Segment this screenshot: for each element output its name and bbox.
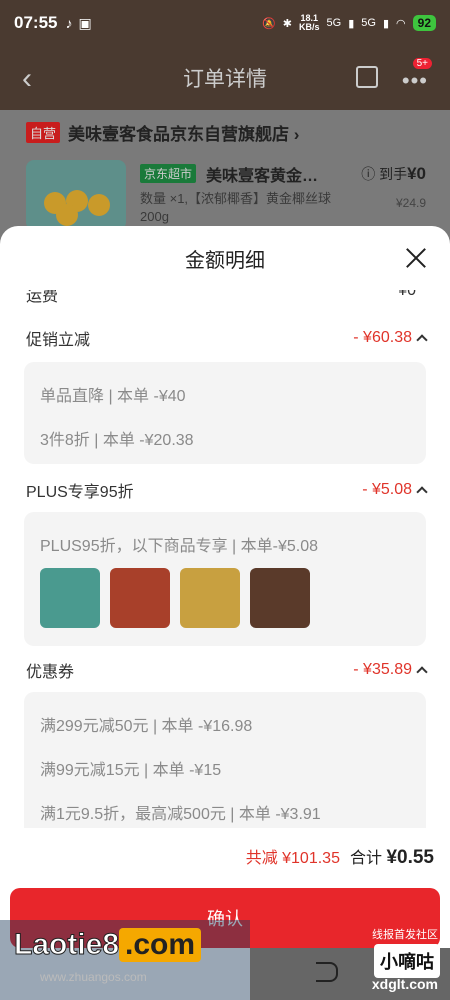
mute-icon: 🔕 <box>262 17 276 30</box>
section-plus-box: PLUS95折，以下商品专享 | 本单-¥5.08 <box>24 512 426 646</box>
sheet-title: 金额明细 <box>185 249 265 272</box>
chevron-up-icon[interactable] <box>416 334 428 346</box>
info-icon[interactable]: ⓘ <box>361 166 375 182</box>
coupon-line: 满299元减50元 | 本单 -¥16.98 <box>40 718 253 735</box>
product-price: ⓘ 到手¥0 <box>361 164 426 183</box>
net-speed: 18.1 KB/s <box>299 13 320 32</box>
tiktok-icon: ♪ <box>65 14 73 31</box>
status-app-icons: ♪ ▣ <box>65 15 91 32</box>
amount-detail-sheet: 金额明细 运费 ¥0 促销立减 - ¥60.38 单品直降 | 本单 -¥40 … <box>0 226 450 1000</box>
status-right: 🔕 ✱ 18.1 KB/s 5G ▮ 5G ▮ ◠ 92 <box>262 14 436 32</box>
amount-list[interactable]: 运费 ¥0 促销立减 - ¥60.38 单品直降 | 本单 -¥40 3件8折 … <box>0 290 450 828</box>
section-promo-box: 单品直降 | 本单 -¥40 3件8折 | 本单 -¥20.38 <box>24 362 426 464</box>
share-icon[interactable] <box>356 66 378 88</box>
watermark-sub: www.zhuangos.com <box>40 970 147 984</box>
signal-5g-2: 5G <box>361 17 376 29</box>
jd-supermarket-tag: 京东超市 <box>140 164 197 183</box>
section-amount: - ¥60.38 <box>353 329 428 347</box>
section-coupon-box: 满299元减50元 | 本单 -¥16.98 满99元减15元 | 本单 -¥1… <box>24 692 426 828</box>
page-title: 订单详情 <box>183 68 267 91</box>
section-coupon-head[interactable]: 优惠券 - ¥35.89 <box>26 658 428 682</box>
shipping-row: 运费 ¥0 <box>26 290 416 306</box>
product-original-price: ¥24.9 <box>395 196 426 210</box>
chevron-up-icon[interactable] <box>416 666 428 678</box>
more-icon[interactable]: ••• <box>402 68 428 94</box>
coupon-line: 满1元9.5折，最高减500元 | 本单 -¥3.91 <box>40 806 321 823</box>
store-name[interactable]: 美味壹客食品京东自营旗舰店 › <box>68 120 299 145</box>
section-promo-head[interactable]: 促销立减 - ¥60.38 <box>26 326 428 350</box>
watermark-right-top: 线报首发社区 <box>372 929 438 941</box>
section-label: 促销立减 <box>26 332 91 349</box>
product-thumb-1[interactable] <box>40 568 100 628</box>
shipping-value: ¥0 <box>398 290 416 299</box>
close-icon[interactable] <box>404 246 428 270</box>
status-bar: 07:55 ♪ ▣ 🔕 ✱ 18.1 KB/s 5G ▮ 5G ▮ ◠ 92 <box>0 0 450 46</box>
section-label: PLUS专享95折 <box>26 484 134 501</box>
watermark-logo: Laotie8 .com <box>13 928 202 962</box>
plus-line: PLUS95折，以下商品专享 | 本单-¥5.08 <box>40 538 319 555</box>
section-plus-head[interactable]: PLUS专享95折 - ¥5.08 <box>26 478 428 502</box>
totals: 共减 ¥101.35 合计 ¥0.55 <box>246 844 434 869</box>
product-image[interactable] <box>26 160 126 230</box>
store-row[interactable]: 自营 美味壹客食品京东自营旗舰店 › <box>26 120 299 145</box>
section-amount: - ¥35.89 <box>353 661 428 679</box>
back-arrow-icon[interactable]: ‹ <box>22 62 32 96</box>
bluetooth-icon: ✱ <box>282 17 293 30</box>
signal-5g-1: 5G <box>326 17 342 29</box>
product-thumb-2[interactable] <box>110 568 170 628</box>
sheet-header: 金额明细 <box>0 226 450 290</box>
coupon-line: 满99元减15元 | 本单 -¥15 <box>40 762 222 779</box>
wifi-icon: ◠ <box>396 17 406 30</box>
section-amount: - ¥5.08 <box>362 481 428 499</box>
promo-line: 3件8折 | 本单 -¥20.38 <box>40 432 194 449</box>
watermark-right-url: xdglt.com <box>371 976 438 992</box>
product-desc: 数量 ×1,【浓郁椰香】黄金椰丝球200g <box>140 191 332 224</box>
product-row[interactable]: 京东超市 美味壹客黄金… 数量 ×1,【浓郁椰香】黄金椰丝球200g ⓘ 到手¥… <box>26 160 426 230</box>
signal-bars-icon: ▮ <box>348 17 355 30</box>
watermark-right-box: 小嘀咕 <box>374 944 440 978</box>
taobao-icon: ▣ <box>78 14 92 31</box>
self-operated-tag: 自营 <box>26 122 61 143</box>
total-reduce: 共减 ¥101.35 <box>245 850 340 867</box>
total-sum: 合计 ¥0.55 <box>349 847 434 868</box>
battery-indicator: 92 <box>412 15 436 31</box>
section-label: 优惠券 <box>26 664 75 681</box>
shipping-label: 运费 <box>26 290 59 305</box>
system-back-icon[interactable] <box>316 962 338 982</box>
chevron-up-icon[interactable] <box>416 486 428 498</box>
top-nav: ‹ 订单详情 ••• 5+ <box>0 46 450 110</box>
promo-line: 单品直降 | 本单 -¥40 <box>40 388 186 405</box>
more-badge: 5+ <box>412 58 432 69</box>
signal-bars-icon-2: ▮ <box>382 17 390 30</box>
product-title: 美味壹客黄金… <box>206 168 319 185</box>
product-thumb-4[interactable] <box>250 568 310 628</box>
product-thumb-3[interactable] <box>180 568 240 628</box>
status-time: 07:55 <box>14 13 58 32</box>
